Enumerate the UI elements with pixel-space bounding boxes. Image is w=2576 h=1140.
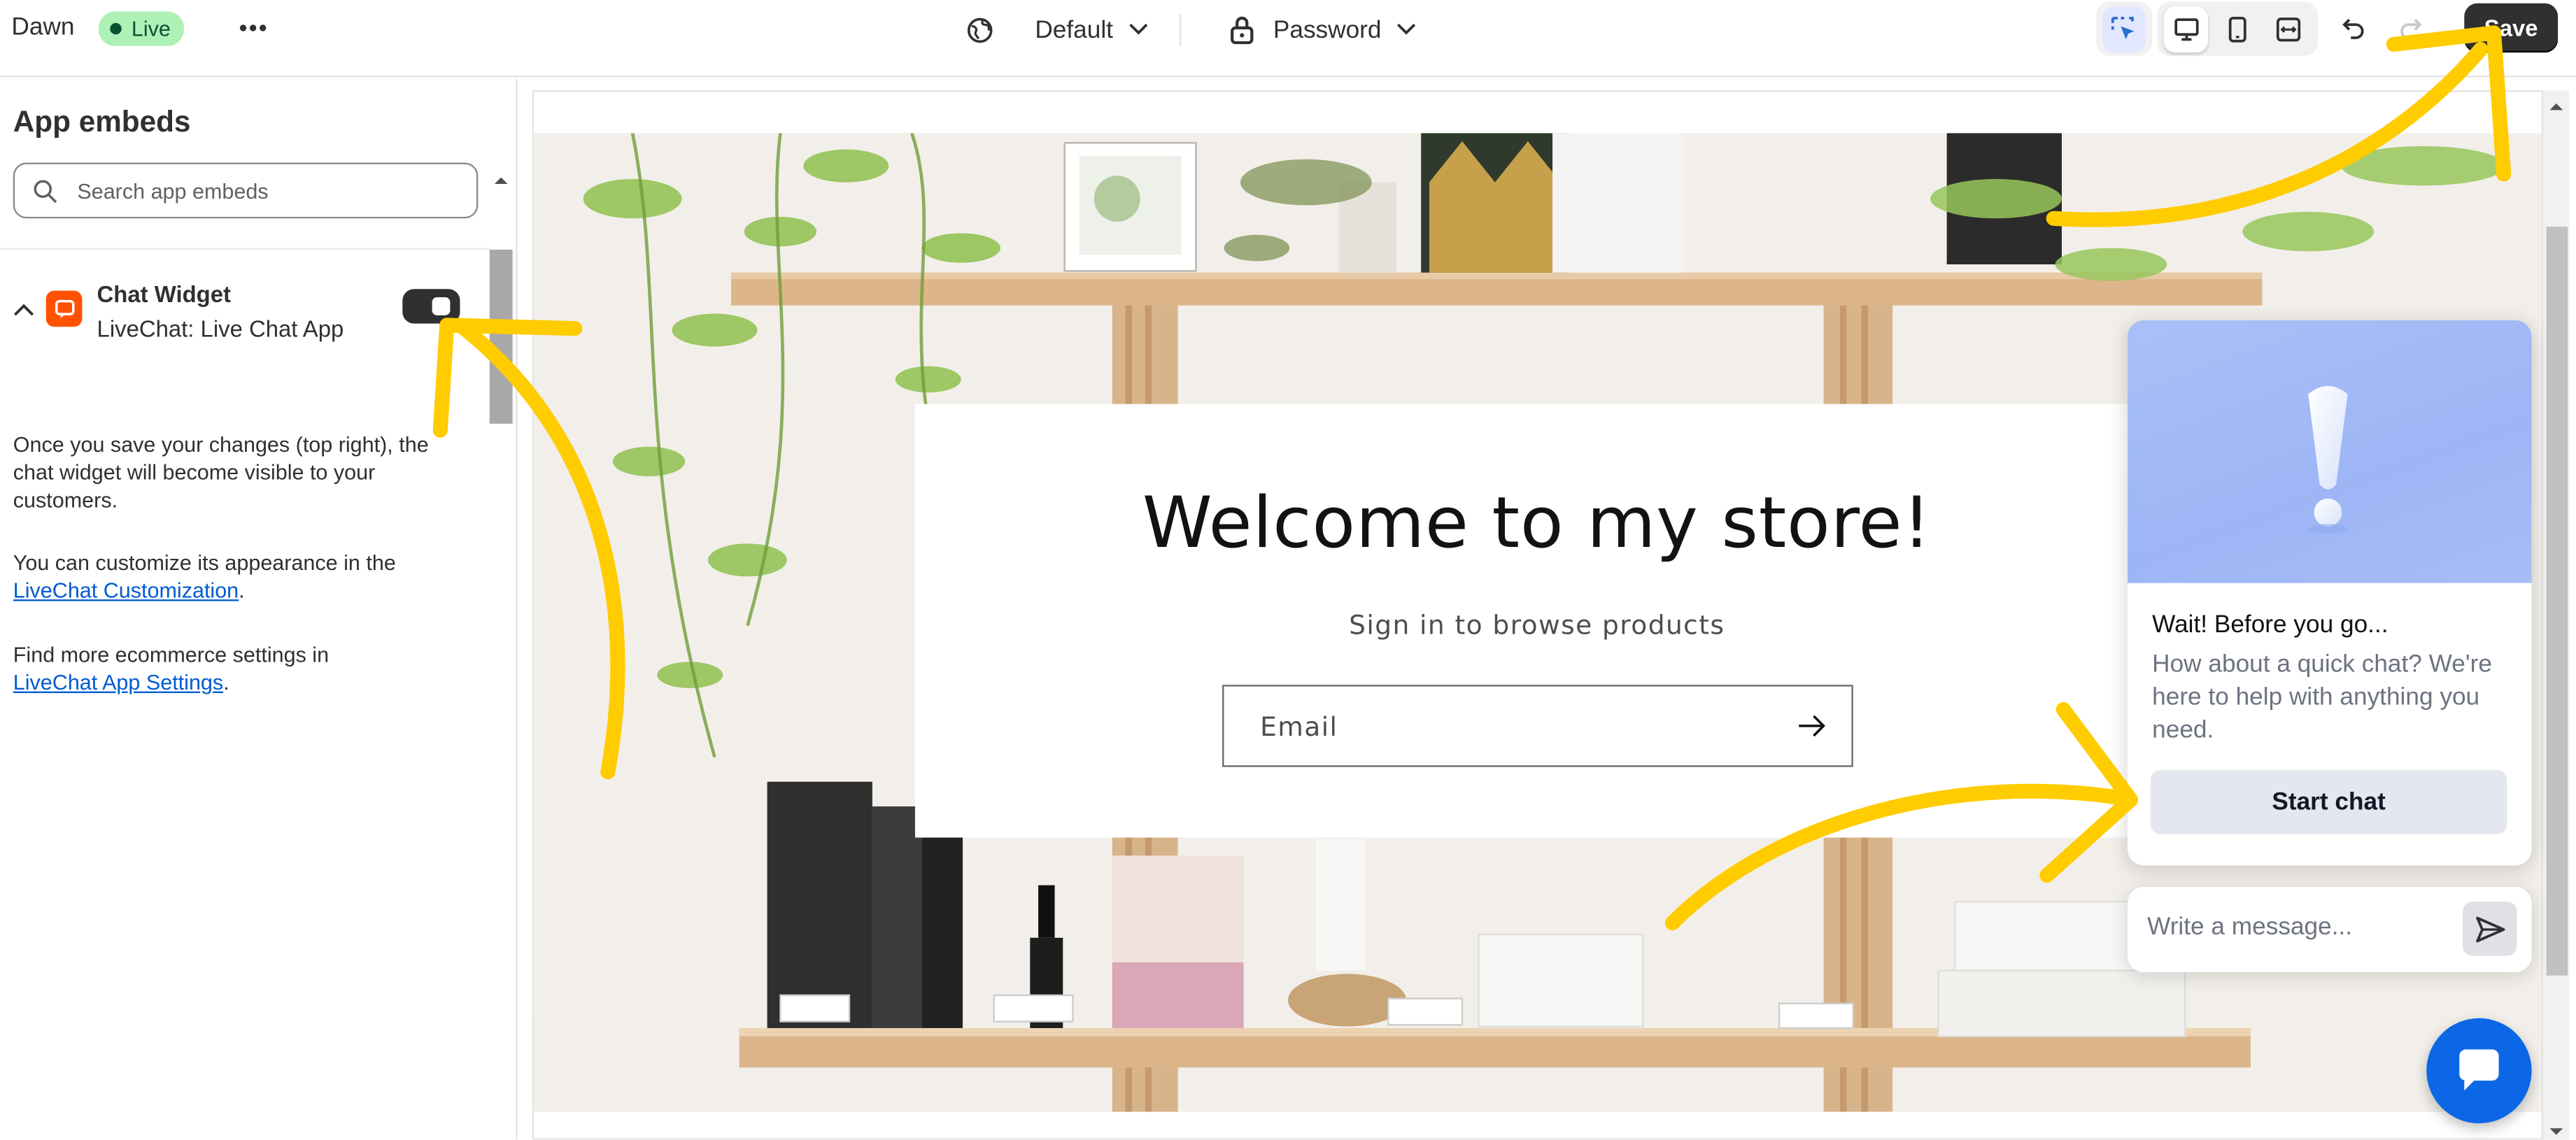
start-chat-button[interactable]: Start chat bbox=[2150, 770, 2507, 834]
send-icon bbox=[2475, 915, 2505, 942]
chat-message-input[interactable] bbox=[2147, 913, 2443, 941]
globe-icon bbox=[967, 17, 993, 43]
inspector-group bbox=[2096, 1, 2153, 56]
theme-selector-label: Default bbox=[1035, 15, 1113, 44]
chat-greeting-card: Wait! Before you go... How about a quick… bbox=[2127, 320, 2532, 866]
email-field[interactable] bbox=[1222, 685, 1853, 767]
embed-app-name: LiveChat: Live Chat App bbox=[97, 315, 344, 342]
info-save-changes: Once you save your changes (top right), … bbox=[13, 432, 429, 513]
scroll-up-arrow-icon[interactable] bbox=[493, 173, 509, 189]
live-dot-icon bbox=[110, 22, 122, 35]
chevron-down-icon bbox=[1396, 23, 1415, 35]
exclamation-icon bbox=[2308, 385, 2348, 534]
ellipsis-icon bbox=[239, 24, 267, 31]
info-customize: You can customize its appearance in the … bbox=[13, 550, 396, 603]
chat-banner bbox=[2127, 320, 2532, 583]
expand-icon bbox=[2277, 16, 2301, 41]
search-field[interactable] bbox=[13, 162, 479, 219]
embed-enable-toggle[interactable] bbox=[402, 289, 460, 324]
lock-icon bbox=[1231, 16, 1254, 45]
chat-body: How about a quick chat? We're here to he… bbox=[2152, 650, 2492, 744]
top-bar: Dawn Live Default Password Save bbox=[0, 0, 2576, 78]
undo-icon bbox=[2342, 18, 2364, 39]
inspector-button[interactable] bbox=[2102, 6, 2146, 52]
chevron-up-icon[interactable] bbox=[13, 301, 35, 322]
scroll-down-arrow-icon[interactable] bbox=[2548, 1123, 2564, 1139]
info-settings-text: Find more ecommerce settings in bbox=[13, 642, 330, 667]
page-selector-label: Password bbox=[1273, 15, 1382, 44]
viewport-group bbox=[2157, 1, 2319, 56]
theme-selector[interactable]: Default bbox=[966, 10, 1148, 49]
info-settings: Find more ecommerce settings in LiveChat… bbox=[13, 642, 330, 695]
scroll-up-arrow-icon[interactable] bbox=[2548, 99, 2564, 115]
status-badge-label: Live bbox=[131, 16, 171, 41]
sidebar-scrollbar-thumb[interactable] bbox=[489, 249, 513, 424]
more-actions-button[interactable] bbox=[232, 10, 274, 46]
embed-name: Chat Widget bbox=[97, 280, 232, 308]
save-button[interactable]: Save bbox=[2464, 3, 2559, 53]
theme-name: Dawn bbox=[11, 13, 75, 41]
livechat-app-settings-link[interactable]: LiveChat App Settings bbox=[13, 670, 223, 694]
page-selector[interactable]: Password bbox=[1229, 10, 1415, 49]
redo-icon bbox=[2400, 18, 2422, 39]
chat-bubble-icon bbox=[45, 290, 83, 327]
sidebar-title: App embeds bbox=[13, 105, 191, 138]
arrow-right-icon[interactable] bbox=[1796, 711, 1829, 741]
desktop-icon bbox=[2174, 17, 2198, 41]
search-input[interactable] bbox=[77, 178, 439, 204]
sidebar-divider bbox=[0, 248, 490, 250]
search-icon bbox=[34, 179, 57, 203]
select-cursor-icon bbox=[2111, 15, 2135, 39]
chat-bubble-icon bbox=[2459, 1049, 2499, 1091]
redo-button[interactable] bbox=[2389, 8, 2431, 48]
livechat-customization-link[interactable]: LiveChat Customization bbox=[13, 578, 239, 603]
chat-heading: Wait! Before you go... bbox=[2152, 611, 2389, 639]
toggle-knob bbox=[432, 297, 451, 315]
chevron-down-icon bbox=[1128, 23, 1147, 35]
theme-editor-window: Dawn Live Default Password Save App embe… bbox=[0, 0, 2576, 1140]
password-card: Welcome to my store! Sign in to browse p… bbox=[914, 404, 2158, 838]
email-input[interactable] bbox=[1260, 710, 1753, 742]
toolbar-divider bbox=[1180, 13, 1182, 46]
store-heading: Welcome to my store! bbox=[1142, 483, 1932, 565]
app-embeds-sidebar: App embeds Chat Widget LiveChat: Live Ch… bbox=[0, 78, 518, 1140]
status-badge: Live bbox=[98, 11, 184, 46]
send-button[interactable] bbox=[2462, 902, 2517, 956]
chat-message-bar bbox=[2127, 887, 2532, 973]
chat-launcher-button[interactable] bbox=[2426, 1018, 2532, 1124]
info-customize-text: You can customize its appearance in the bbox=[13, 550, 396, 575]
preview-scrollbar-thumb[interactable] bbox=[2546, 227, 2568, 976]
undo-button[interactable] bbox=[2333, 8, 2375, 48]
store-subheading: Sign in to browse products bbox=[1349, 609, 1725, 641]
full-width-button[interactable] bbox=[2267, 6, 2312, 52]
app-embed-chat-widget: Chat Widget LiveChat: Live Chat App bbox=[0, 271, 490, 352]
mobile-view-button[interactable] bbox=[2215, 6, 2260, 52]
mobile-icon bbox=[2228, 15, 2246, 42]
desktop-view-button[interactable] bbox=[2163, 6, 2209, 52]
